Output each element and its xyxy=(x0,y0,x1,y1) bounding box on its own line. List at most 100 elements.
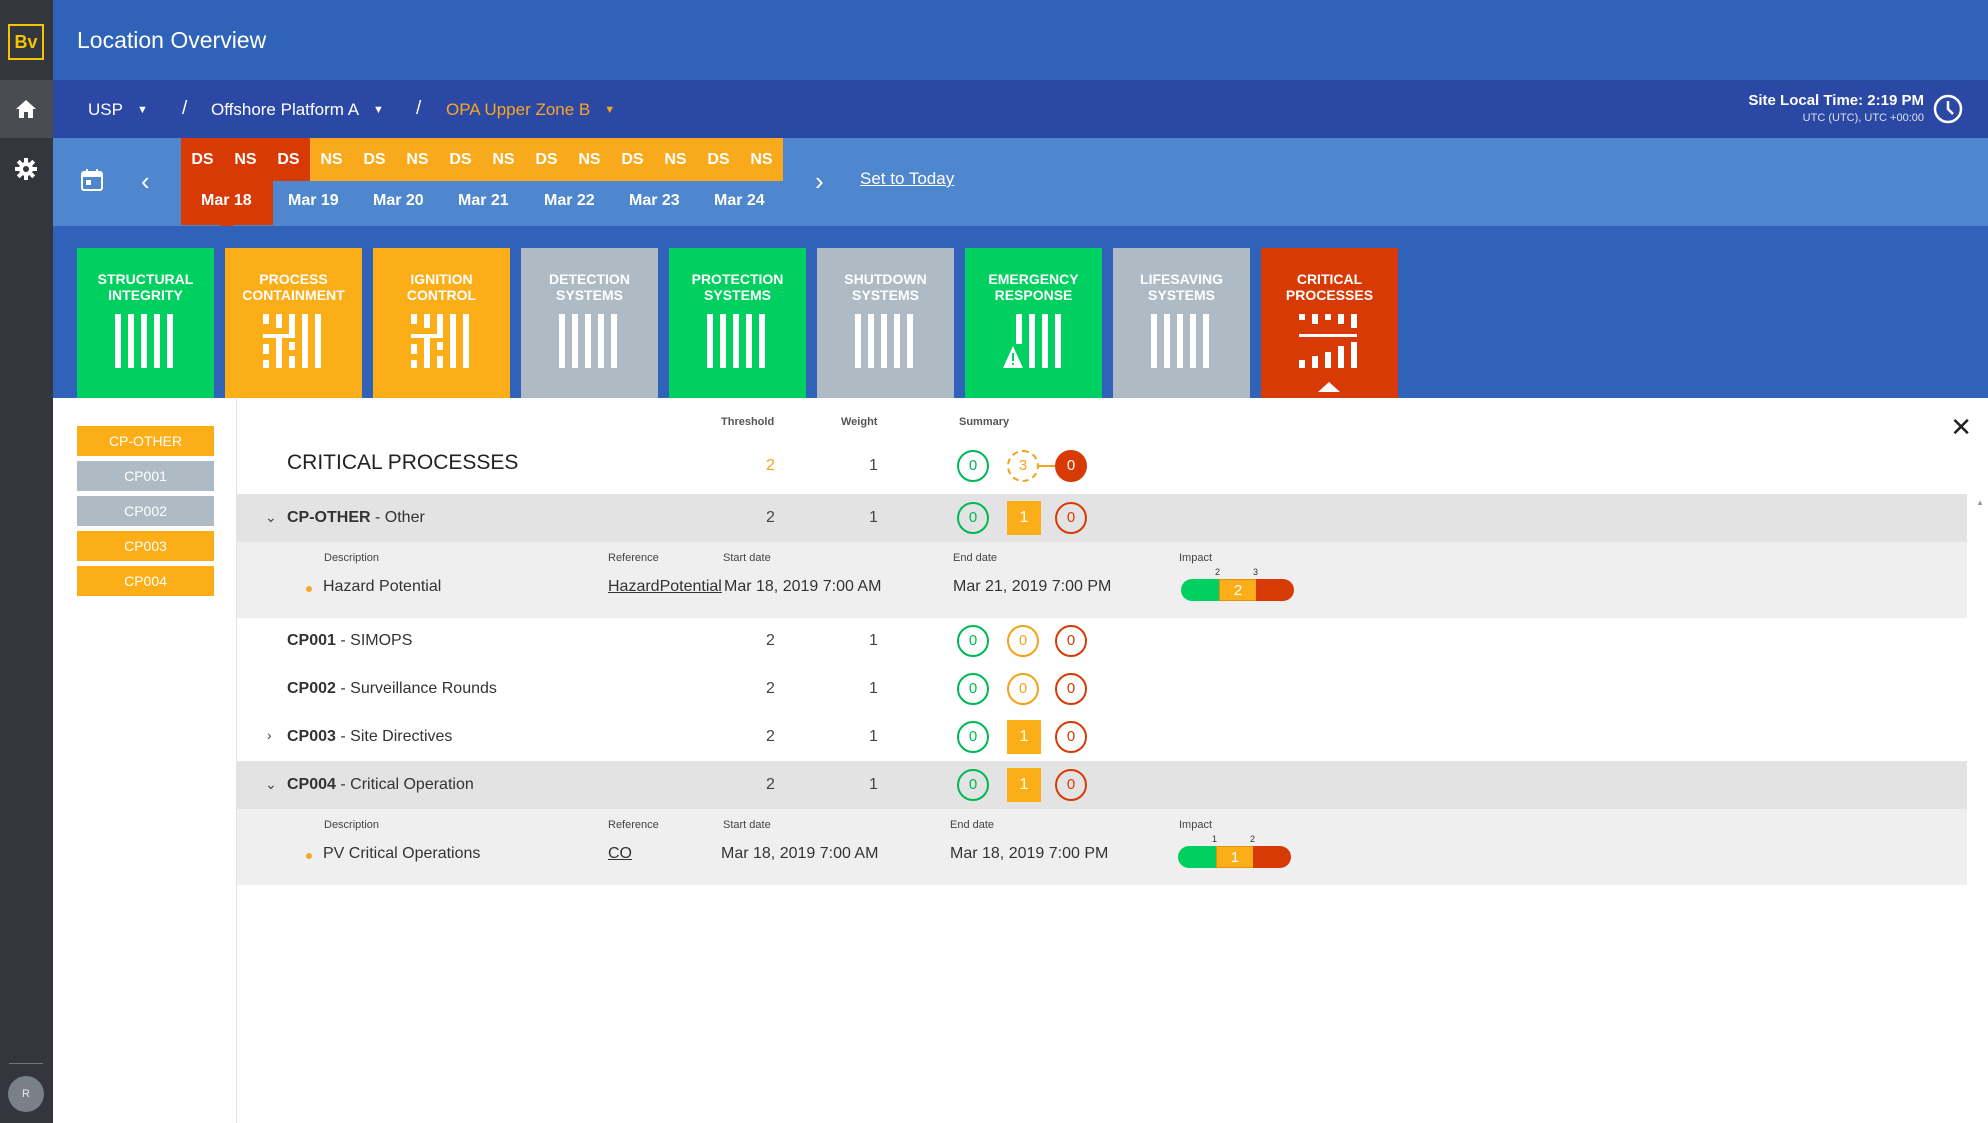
shift-cell[interactable]: NS xyxy=(310,138,353,181)
summary-orange-count: 0 xyxy=(1007,673,1039,705)
tile-label-line1: LIFESAVING xyxy=(1140,271,1223,287)
shift-cell[interactable]: DS xyxy=(353,138,396,181)
breadcrumb-label: USP xyxy=(88,100,123,119)
breadcrumb-separator: / xyxy=(182,98,188,119)
table-row[interactable]: › CP003 - Site Directives 2 1 0 1 0 xyxy=(237,714,1967,761)
tile-label-line1: DETECTION xyxy=(549,271,630,287)
summary-green-count: 0 xyxy=(957,721,989,753)
day-label[interactable]: Mar 19 xyxy=(288,192,339,210)
tile-critical-processes[interactable]: CRITICAL PROCESSES xyxy=(1261,248,1398,398)
tile-detection-systems[interactable]: DETECTION SYSTEMS xyxy=(521,248,658,398)
day-label[interactable]: Mar 23 xyxy=(629,192,680,210)
tile-label-line2: CONTAINMENT xyxy=(242,287,345,303)
category-chip-list: CP-OTHER CP001 CP002 CP003 CP004 xyxy=(77,426,214,601)
chip-cp003[interactable]: CP003 xyxy=(77,531,214,561)
impact-low-tick: 2 xyxy=(1215,567,1221,577)
impact-red-segment xyxy=(1253,846,1291,868)
reference-link[interactable]: HazardPotential xyxy=(608,578,722,596)
table-row[interactable]: ⌄ CP004 - Critical Operation 2 1 0 1 0 xyxy=(237,761,1967,809)
summary-green-count: 0 xyxy=(957,625,989,657)
next-week-arrow-icon[interactable]: › xyxy=(815,166,824,197)
chip-cp-other[interactable]: CP-OTHER xyxy=(77,426,214,456)
tile-ignition-control[interactable]: IGNITION CONTROL xyxy=(373,248,510,398)
clock-icon[interactable] xyxy=(1932,93,1964,125)
chip-cp001[interactable]: CP001 xyxy=(77,461,214,491)
chevron-down-icon[interactable]: ⌄ xyxy=(265,776,277,793)
selected-tile-pointer xyxy=(1318,382,1340,392)
shift-cell[interactable]: NS xyxy=(654,138,697,181)
tile-lifesaving-systems[interactable]: LIFESAVING SYSTEMS xyxy=(1113,248,1250,398)
day-label[interactable]: Mar 21 xyxy=(458,192,509,210)
row-name: - Critical Operation xyxy=(335,776,474,793)
close-icon[interactable]: ✕ xyxy=(1950,412,1972,443)
left-rail: Bv R xyxy=(0,0,53,1123)
chevron-down-icon[interactable]: ⌄ xyxy=(265,509,277,526)
row-name: - SIMOPS xyxy=(335,632,413,649)
shift-cell[interactable]: DS xyxy=(611,138,654,181)
shift-cell[interactable]: NS xyxy=(396,138,439,181)
shift-cell[interactable]: NS xyxy=(568,138,611,181)
tile-label-line2: SYSTEMS xyxy=(852,287,919,303)
tile-label-line2: SYSTEMS xyxy=(704,287,771,303)
table-row[interactable]: ⌄ CP-OTHER - Other 2 1 0 1 0 xyxy=(237,494,1967,542)
day-label[interactable]: Mar 20 xyxy=(373,192,424,210)
impact-gauge: 1 2 1 xyxy=(1178,834,1292,869)
breadcrumb-usp-dropdown[interactable]: USP ▼ xyxy=(88,100,148,120)
chip-cp002[interactable]: CP002 xyxy=(77,496,214,526)
shift-cell[interactable]: NS xyxy=(740,138,783,181)
tile-shutdown-systems[interactable]: SHUTDOWN SYSTEMS xyxy=(817,248,954,398)
shift-cell[interactable]: DS xyxy=(697,138,740,181)
breadcrumb-zone-dropdown[interactable]: OPA Upper Zone B ▼ xyxy=(446,100,615,120)
impact-red-segment xyxy=(1256,579,1294,601)
row-name: - Other xyxy=(370,509,425,526)
shift-cell[interactable]: DS xyxy=(181,138,224,181)
user-avatar[interactable]: R xyxy=(8,1076,44,1112)
weight-value: 1 xyxy=(869,776,878,793)
detail-start-date: Mar 18, 2019 7:00 AM xyxy=(721,845,879,862)
tile-label-line2: SYSTEMS xyxy=(1148,287,1215,303)
settings-nav-button[interactable] xyxy=(0,140,53,198)
summary-header: Summary xyxy=(959,416,1010,428)
reference-link[interactable]: CO xyxy=(608,845,632,863)
impact-green-segment xyxy=(1181,579,1221,601)
scroll-up-arrow-icon[interactable]: ▲ xyxy=(1976,498,1984,507)
prev-week-arrow-icon[interactable]: ‹ xyxy=(141,166,150,197)
caret-down-icon: ▼ xyxy=(604,104,616,116)
impact-header: Impact xyxy=(1179,819,1213,831)
day-label[interactable]: Mar 18 xyxy=(201,192,252,210)
impact-green-segment xyxy=(1178,846,1218,868)
calendar-icon[interactable] xyxy=(81,168,103,192)
home-nav-button[interactable] xyxy=(0,80,53,138)
table-row[interactable]: CP002 - Surveillance Rounds 2 1 0 0 0 xyxy=(237,666,1967,714)
summary-red-count: 0 xyxy=(1055,450,1087,482)
tile-structural-integrity[interactable]: STRUCTURAL INTEGRITY xyxy=(77,248,214,398)
detail-end-date: Mar 18, 2019 7:00 PM xyxy=(950,845,1109,862)
shift-cell[interactable]: DS xyxy=(267,138,310,181)
barrier-warning-icon xyxy=(1003,314,1061,368)
barrier-bars-icon xyxy=(855,314,913,368)
shift-cell[interactable]: DS xyxy=(439,138,482,181)
tile-process-containment[interactable]: PROCESS CONTAINMENT xyxy=(225,248,362,398)
start-date-header: Start date xyxy=(723,552,771,564)
shift-cell[interactable]: NS xyxy=(224,138,267,181)
tile-label-line1: IGNITION xyxy=(410,271,473,287)
breadcrumb-platform-dropdown[interactable]: Offshore Platform A ▼ xyxy=(211,100,384,120)
set-to-today-link[interactable]: Set to Today xyxy=(860,169,954,189)
shift-cell[interactable]: DS xyxy=(525,138,568,181)
tile-protection-systems[interactable]: PROTECTION SYSTEMS xyxy=(669,248,806,398)
shift-cell[interactable]: NS xyxy=(482,138,525,181)
chevron-right-icon[interactable]: › xyxy=(267,727,272,743)
tile-label-line1: PROTECTION xyxy=(691,271,784,287)
breadcrumb-label: OPA Upper Zone B xyxy=(446,100,591,119)
chip-cp004[interactable]: CP004 xyxy=(77,566,214,596)
impact-high-tick: 3 xyxy=(1253,567,1259,577)
table-row[interactable]: CP001 - SIMOPS 2 1 0 0 0 xyxy=(237,618,1967,666)
day-label[interactable]: Mar 24 xyxy=(714,192,765,210)
day-label[interactable]: Mar 22 xyxy=(544,192,595,210)
end-date-header: End date xyxy=(950,819,995,831)
detail-end-date: Mar 21, 2019 7:00 PM xyxy=(953,578,1112,595)
summary-green-count: 0 xyxy=(957,502,989,534)
row-detail: Description Reference Start date End dat… xyxy=(237,542,1967,618)
barrier-failed-icon xyxy=(1299,314,1357,368)
tile-emergency-response[interactable]: EMERGENCY RESPONSE xyxy=(965,248,1102,398)
